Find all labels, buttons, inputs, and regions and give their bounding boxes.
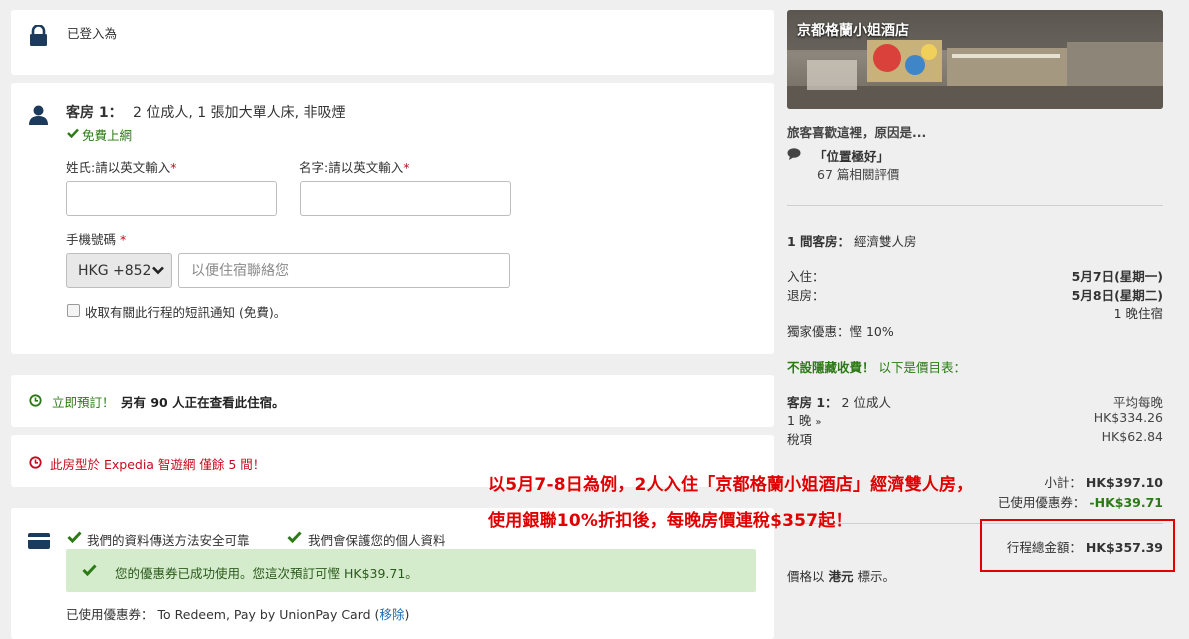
coupon-success-text: 您的優惠券已成功使用。您這次預訂可慳 HK$39.71。 bbox=[115, 566, 418, 581]
checkout-label: 退房： bbox=[787, 288, 825, 303]
urgency-prefix: 立即預訂！ bbox=[52, 395, 115, 410]
room-details-card: 客房 1： 2 位成人, 1 張加大單人床, 非吸煙 免費上網 姓氏:請以英文輸… bbox=[11, 83, 774, 354]
chevron-down-icon bbox=[152, 266, 164, 275]
divider bbox=[787, 205, 1163, 206]
checkout-date: 5月8日(星期二) bbox=[1071, 288, 1163, 303]
nights-count: 1 晚住宿 bbox=[1113, 306, 1163, 321]
person-icon bbox=[28, 105, 49, 125]
phone-input[interactable] bbox=[178, 253, 510, 288]
check-icon bbox=[67, 128, 79, 138]
surname-label: 姓氏:請以英文輸入* bbox=[66, 160, 177, 175]
coupon-name: To Redeem, Pay by UnionPay Card bbox=[157, 607, 371, 622]
login-card: 已登入為 bbox=[11, 10, 774, 75]
coupon-success-banner: 您的優惠券已成功使用。您這次預訂可慳 HK$39.71。 bbox=[66, 549, 756, 592]
clock-icon bbox=[29, 394, 42, 407]
tax-link[interactable]: 稅項 bbox=[787, 429, 812, 448]
rooms-left-text: 此房型於 Expedia 智遊網 僅餘 5 間！ bbox=[50, 457, 266, 472]
exclusive-discount: 獨家優惠：慳 10% bbox=[787, 324, 894, 339]
room-title: 客房 1： bbox=[66, 105, 123, 121]
night-price: HK$334.26 bbox=[1093, 410, 1163, 425]
review-count: 67 篇相關評價 bbox=[817, 167, 900, 182]
night-breakdown-toggle[interactable]: 1 晚 » bbox=[787, 410, 822, 429]
lock-icon bbox=[29, 25, 48, 47]
check-icon bbox=[287, 531, 302, 543]
tax-price: HK$62.84 bbox=[1101, 429, 1163, 444]
room-description: 2 位成人, 1 張加大單人床, 非吸煙 bbox=[133, 105, 346, 121]
why-guests-like-heading: 旅客喜歡這裡，原因是... bbox=[787, 125, 927, 140]
speech-bubble-icon bbox=[787, 148, 801, 160]
subtotal-row: 小計： HK$397.10 bbox=[1044, 475, 1163, 490]
avg-per-night-label: 平均每晚 bbox=[1112, 395, 1163, 410]
given-name-input[interactable] bbox=[300, 181, 511, 216]
coupon-used-line: 已使用優惠券： To Redeem, Pay by UnionPay Card … bbox=[66, 607, 410, 622]
remove-coupon-link[interactable]: 移除 bbox=[379, 607, 404, 622]
chevron-down-icon: » bbox=[815, 417, 822, 428]
promo-line-1: 以5月7-8日為例，2人入住「京都格蘭小姐酒店」經濟雙人房， bbox=[488, 475, 974, 495]
sms-label: 收取有關此行程的短訊通知 (免費)。 bbox=[85, 305, 287, 320]
promo-line-2: 使用銀聯10%折扣後，每晚房價連稅$357起！ bbox=[488, 511, 853, 531]
phone-label: 手機號碼 * bbox=[66, 232, 127, 247]
rooms-summary: 1 間客房： 經濟雙人房 bbox=[787, 234, 917, 249]
urgency-card: 立即預訂！ 另有 90 人正在查看此住宿。 bbox=[11, 375, 774, 427]
country-code-select[interactable]: HKG +852 bbox=[66, 253, 172, 288]
sms-checkbox[interactable] bbox=[67, 304, 80, 317]
urgency-viewers: 另有 90 人正在查看此住宿。 bbox=[121, 395, 285, 410]
coupon-used-label: 已使用優惠券： bbox=[66, 607, 154, 622]
checkin-label: 入住： bbox=[787, 269, 825, 284]
secure-transfer-text: 我們的資料傳送方法安全可靠 bbox=[87, 533, 250, 548]
checkin-date: 5月7日(星期一) bbox=[1071, 269, 1163, 284]
currency-note: 價格以 港元 標示。 bbox=[787, 569, 896, 584]
country-code-value: HKG +852 bbox=[78, 263, 152, 279]
check-icon bbox=[67, 531, 82, 543]
credit-card-icon bbox=[28, 533, 50, 549]
hotel-image: 京都格蘭小姐酒店 bbox=[787, 10, 1163, 109]
given-name-label: 名字:請以英文輸入* bbox=[299, 160, 410, 175]
check-icon bbox=[82, 564, 97, 576]
free-wifi-label: 免費上網 bbox=[82, 128, 133, 143]
login-status: 已登入為 bbox=[67, 26, 118, 41]
no-hidden-fees: 不設隱藏收費！ 以下是價目表： bbox=[787, 360, 967, 375]
room1-summary: 客房 1： 2 位成人 bbox=[787, 395, 891, 410]
hotel-name: 京都格蘭小姐酒店 bbox=[797, 23, 909, 39]
trip-total-row: 行程總金額： HK$357.39 bbox=[1006, 540, 1163, 555]
surname-input[interactable] bbox=[66, 181, 277, 216]
privacy-text: 我們會保護您的個人資料 bbox=[308, 533, 446, 548]
coupon-discount-row: 已使用優惠券： -HK$39.71 bbox=[997, 495, 1163, 510]
clock-icon bbox=[29, 456, 42, 469]
review-highlight: 「位置極好」 bbox=[814, 149, 890, 164]
